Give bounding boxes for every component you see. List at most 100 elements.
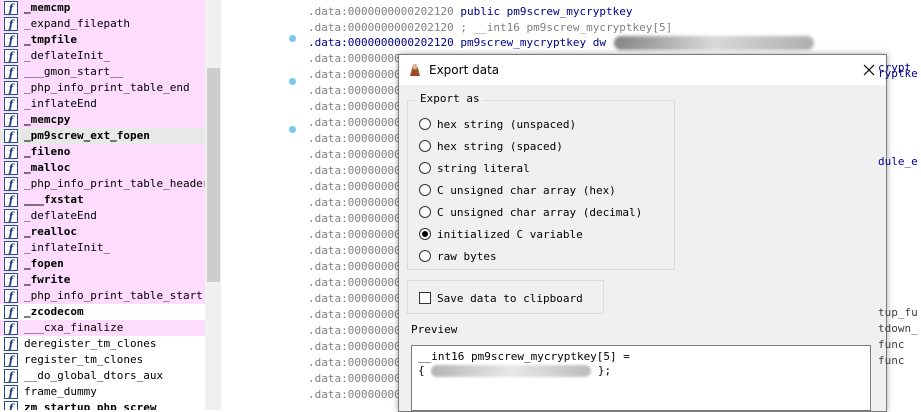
function-list-item[interactable]: f register_tm_clones — [0, 352, 205, 368]
save-to-clipboard-checkbox[interactable]: Save data to clipboard — [419, 289, 583, 307]
disasm-line[interactable]: .data:00000000 — [308, 307, 401, 323]
function-list-item[interactable]: f _fileno — [0, 144, 205, 160]
function-list-item[interactable]: f _memcpy — [0, 112, 205, 128]
function-list-item[interactable]: f _pm9screw_ext_fopen — [0, 128, 205, 144]
disasm-line[interactable]: .data:00000000 — [308, 83, 401, 99]
function-name: __do_global_dtors_aux — [24, 369, 164, 382]
radio-button[interactable] — [419, 184, 431, 196]
function-list-item[interactable]: f _fwrite — [0, 272, 205, 288]
breakpoint-marker[interactable] — [289, 35, 296, 42]
function-list-item[interactable]: f zm_startup_php_screw — [0, 400, 205, 410]
function-list-item[interactable]: f _expand_filepath — [0, 16, 205, 32]
function-list-item[interactable]: f _memcmp — [0, 0, 205, 16]
function-list-item[interactable]: f _php_info_print_table_start — [0, 288, 205, 304]
disasm-line[interactable]: .data:0000000000202120 public pm9screw_m… — [308, 4, 633, 20]
disasm-line[interactable]: .data:00000000 — [308, 99, 401, 115]
disasm-line[interactable]: .data:00000000 — [308, 387, 401, 403]
function-list-item[interactable]: f _zcodecom — [0, 304, 205, 320]
radio-button[interactable] — [419, 228, 431, 240]
disasm-line[interactable]: .data:00000000 — [308, 131, 401, 147]
disasm-line[interactable]: .data:00000000 — [308, 323, 401, 339]
disasm-line[interactable]: .data:00000000 — [308, 115, 401, 131]
export-option-radio[interactable]: raw bytes — [419, 247, 497, 265]
function-list-item[interactable]: f _deflateEnd — [0, 208, 205, 224]
function-icon: f — [4, 225, 18, 239]
function-name: _php_info_print_table_start — [24, 289, 203, 302]
disasm-line[interactable]: .data:00000000 — [308, 259, 401, 275]
function-icon: f — [4, 33, 18, 47]
function-list-item[interactable]: f _malloc — [0, 160, 205, 176]
function-list-item[interactable]: f ___fxstat — [0, 192, 205, 208]
function-icon: f — [4, 385, 18, 399]
function-name: zm_startup_php_screw — [24, 401, 157, 410]
disasm-line[interactable]: .data:00000000 — [308, 227, 401, 243]
function-name: register_tm_clones — [24, 353, 144, 366]
function-list-item[interactable]: f _realloc — [0, 224, 205, 240]
function-icon: f — [4, 321, 18, 335]
disasm-fragment: ryptke — [878, 67, 918, 80]
variable-definition: .data:0000000000202120 pm9screw_mycryptk… — [308, 36, 607, 49]
function-name: _fwrite — [24, 273, 71, 286]
disasm-line[interactable]: .data:00000000 — [308, 371, 401, 387]
function-list-item[interactable]: f __do_global_dtors_aux — [0, 368, 205, 384]
radio-button[interactable] — [419, 250, 431, 262]
radio-label: C unsigned char array (decimal) — [437, 205, 643, 219]
preview-label: Preview — [411, 323, 458, 336]
radio-button[interactable] — [419, 206, 431, 218]
function-name: _php_info_print_table_header — [24, 177, 210, 190]
export-option-radio[interactable]: hex string (spaced) — [419, 137, 563, 155]
function-icon: f — [4, 177, 18, 191]
export-option-radio[interactable]: hex string (unspaced) — [419, 115, 576, 133]
export-option-radio[interactable]: C unsigned char array (hex) — [419, 181, 616, 199]
function-icon: f — [4, 369, 18, 383]
ida-app-icon — [410, 64, 420, 76]
disasm-line-selected[interactable]: .data:0000000000202120 pm9screw_mycryptk… — [308, 35, 815, 51]
disasm-line[interactable]: .data:00000000 — [308, 51, 401, 67]
function-icon: f — [4, 337, 18, 351]
disasm-line[interactable]: .data:00000000 — [308, 275, 401, 291]
preview-open-brace: { — [418, 364, 425, 377]
disasm-line[interactable]: .data:00000000 — [308, 147, 401, 163]
export-option-radio[interactable]: string literal — [419, 159, 530, 177]
function-list-item[interactable]: f ___gmon_start__ — [0, 64, 205, 80]
function-list-item[interactable]: f _tmpfile — [0, 32, 205, 48]
export-option-radio[interactable]: C unsigned char array (decimal) — [419, 203, 642, 221]
radio-button[interactable] — [419, 118, 431, 130]
function-icon: f — [4, 49, 18, 63]
function-list-item[interactable]: f _inflateInit_ — [0, 240, 205, 256]
breakpoint-marker[interactable] — [289, 126, 296, 133]
preview-textbox[interactable]: __int16 pm9screw_mycryptkey[5] = { }; — [411, 345, 871, 411]
function-list-item[interactable]: f _deflateInit_ — [0, 48, 205, 64]
function-list-item[interactable]: f frame_dummy — [0, 384, 205, 400]
function-list-item[interactable]: f _fopen — [0, 256, 205, 272]
function-list-item[interactable]: f _inflateEnd — [0, 96, 205, 112]
checkbox-box[interactable] — [419, 292, 431, 304]
function-icon: f — [4, 401, 18, 410]
redacted-bytes — [614, 36, 815, 50]
disasm-line[interactable]: .data:00000000 — [308, 67, 401, 83]
radio-label: initialized C variable — [437, 227, 583, 241]
breakpoint-marker[interactable] — [289, 78, 296, 85]
function-list-item[interactable]: f deregister_tm_clones — [0, 336, 205, 352]
function-name: ___cxa_finalize — [24, 321, 124, 334]
disasm-line[interactable]: .data:00000000 — [308, 163, 401, 179]
disasm-line[interactable]: .data:00000000 — [308, 211, 401, 227]
disasm-line[interactable]: .data:00000000 — [308, 243, 401, 259]
function-list-item[interactable]: f _php_info_print_table_end — [0, 80, 205, 96]
radio-button[interactable] — [419, 162, 431, 174]
redacted-values — [431, 365, 592, 377]
disasm-line[interactable]: .data:00000000 — [308, 179, 401, 195]
disasm-line[interactable]: .data:00000000 — [308, 291, 401, 307]
disasm-line[interactable]: .data:0000000000202120 ; __int16 pm9scre… — [308, 20, 672, 36]
radio-button[interactable] — [419, 140, 431, 152]
disasm-line[interactable]: .data:00000000 — [308, 195, 401, 211]
disasm-line[interactable]: .data:00000000 — [308, 339, 401, 355]
function-icon: f — [4, 289, 18, 303]
function-list-item[interactable]: f _php_info_print_table_header — [0, 176, 209, 192]
export-option-radio[interactable]: initialized C variable — [419, 225, 583, 243]
functions-scroll-thumb[interactable] — [207, 68, 220, 282]
disasm-line[interactable]: .data:00000000 — [308, 355, 401, 371]
radio-label: C unsigned char array (hex) — [437, 183, 616, 197]
dialog-titlebar[interactable]: Export data — [399, 55, 886, 85]
function-list-item[interactable]: f ___cxa_finalize — [0, 320, 205, 336]
